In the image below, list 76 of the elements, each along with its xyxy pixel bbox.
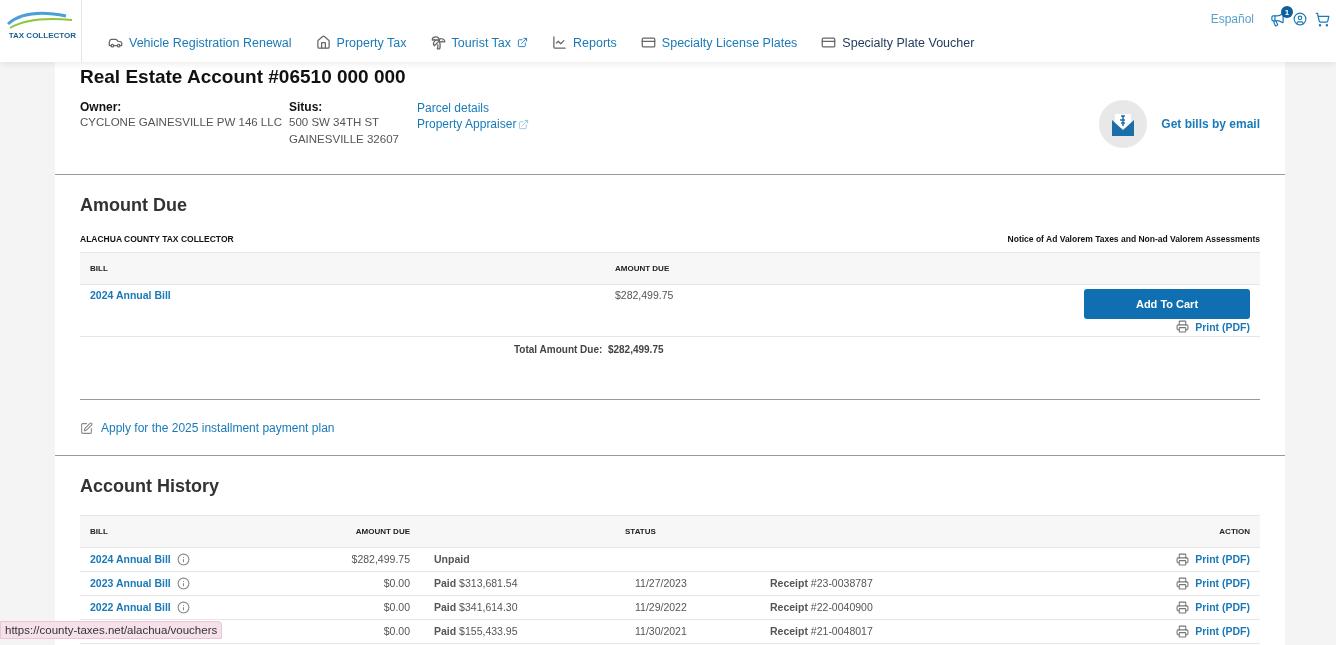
external-link-icon [517,37,529,48]
status-cell-text: Paid $341,614.30 [433,601,519,613]
print-link[interactable]: Print (PDF) [1176,552,1250,566]
printer-icon [1176,600,1190,614]
notice-title: Notice of Ad Valorem Taxes and Non-ad Valorem Assessments [1007,234,1260,244]
info-icon[interactable] [176,552,190,566]
nav-link[interactable]: Tourist Tax [430,35,529,50]
date-cell-text: 11/29/2022 [634,601,688,613]
column-header: ACTION [1218,526,1251,536]
bill-link[interactable]: 2024 Annual Bill [90,289,171,301]
nav-link[interactable]: Specialty Plate Voucher [821,35,975,50]
owner-name: CYCLONE GAINESVILLE PW 146 LLC [80,115,283,130]
envelope-dollar-icon [1099,100,1148,148]
info-icon[interactable] [176,600,190,614]
receipt-cell-text: Receipt #22-0040900 [769,601,874,613]
megaphone-icon[interactable] [1270,12,1285,27]
email-bills-link[interactable]: Get bills by email [1099,100,1260,148]
installment-plan-link[interactable]: Apply for the 2025 installment payment plan [80,420,335,436]
situs-address: GAINESVILLE 32607 [289,132,400,147]
date-cell-text: 11/27/2023 [634,577,688,589]
bill-link[interactable]: 2023 Annual Bill [90,577,171,589]
nav-link[interactable]: Property Tax [315,35,407,50]
column-header: BILL [89,526,109,536]
link-url-tooltip: https://county-taxes.net/alachua/vouchers [0,621,223,639]
cart-icon[interactable] [1315,12,1330,27]
receipt-cell-text: Receipt #23-0038787 [769,577,874,589]
parcel-link[interactable]: Parcel details [417,100,530,116]
add-to-cart-button[interactable]: Add To Cart [1084,289,1250,319]
print-link[interactable]: Print (PDF) [1176,600,1250,614]
print-link[interactable]: Print (PDF) [1176,624,1250,638]
printer-icon [1176,552,1190,566]
section-heading: Account History [80,475,221,497]
amount-cell-text: $0.00 [382,577,411,589]
situs-label: Situs: [289,100,324,114]
bill-link[interactable]: 2024 Annual Bill [90,553,171,565]
tax-collector-logo[interactable]: TAX COLLECTOR [4,8,76,40]
amount-cell-text: $282,499.75 [614,289,675,301]
printer-icon [1176,576,1190,590]
nav-link[interactable]: Specialty License Plates [640,35,798,50]
printer-icon [1176,624,1190,638]
date-cell-text: 11/30/2021 [634,625,688,637]
parcel-link[interactable]: Property Appraiser [417,116,530,132]
column-header: AMOUNT DUE [354,526,411,536]
palm-tree-icon [430,35,446,50]
nav-link[interactable]: Vehicle Registration Renewal [108,35,292,50]
column-header: BILL [89,264,109,273]
license-plate-icon [640,35,656,50]
external-link-icon [518,118,530,130]
amount-cell-text: $0.00 [382,625,411,637]
total-amount-due: Total Amount Due: $282,499.75 [514,344,664,355]
license-plate-icon [821,35,837,50]
info-icon[interactable] [176,576,190,590]
situs-address: 500 SW 34TH ST [289,115,381,130]
receipt-cell-text: Receipt #21-0048017 [769,625,874,637]
agency-name: ALACHUA COUNTY TAX COLLECTOR [80,234,234,244]
column-header: STATUS [625,526,657,536]
house-icon [315,35,331,50]
status-cell-text: Paid $155,433.95 [433,625,519,637]
column-header: AMOUNT DUE [614,264,671,273]
printer-icon [1176,320,1190,333]
language-link[interactable]: Español [1210,12,1254,26]
user-icon[interactable] [1293,12,1307,26]
notification-badge: 1 [1281,6,1293,18]
account-title: Real Estate Account #06510 000 000 [80,66,407,88]
owner-label: Owner: [80,100,123,114]
bill-link[interactable]: 2022 Annual Bill [90,601,171,613]
amount-cell-text: $282,499.75 [350,553,411,565]
nav-link[interactable]: Reports [552,35,617,50]
edit-icon [80,421,93,435]
section-heading: Amount Due [80,195,188,216]
status-cell-text: Paid $313,681.54 [433,577,519,589]
status-cell-text: Unpaid [433,553,471,565]
line-chart-icon [552,35,568,50]
amount-cell-text: $0.00 [382,601,411,613]
print-link[interactable]: Print (PDF) [1176,576,1250,590]
print-link[interactable]: Print (PDF) [1176,320,1250,333]
